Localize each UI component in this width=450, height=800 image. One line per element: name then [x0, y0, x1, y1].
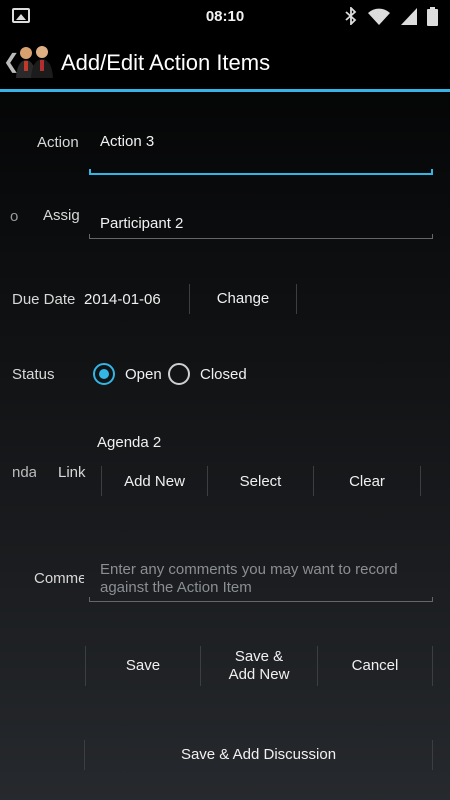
page-title: Add/Edit Action Items	[61, 50, 271, 75]
status-open-radio[interactable]	[93, 363, 115, 385]
agenda-label-prefix: nda	[12, 464, 36, 481]
bluetooth-icon	[345, 7, 357, 25]
assigned-label-prefix: o	[10, 208, 18, 225]
status-open-label[interactable]: Open	[125, 366, 162, 383]
comments-placeholder: Enter any comments you may want to recor…	[100, 561, 398, 596]
divider	[432, 646, 433, 686]
action-label: Action	[37, 134, 79, 151]
change-date-button[interactable]: Change	[190, 284, 296, 314]
save-button[interactable]: Save	[86, 646, 200, 686]
comments-underline	[89, 597, 433, 602]
assigned-to-underline	[89, 234, 433, 239]
assigned-to-field[interactable]: Participant 2	[89, 212, 433, 239]
action-input[interactable]: Action 3	[89, 128, 433, 175]
add-new-agenda-button[interactable]: Add New	[102, 466, 207, 498]
status-label: Status	[12, 366, 55, 383]
select-agenda-button[interactable]: Select	[208, 466, 313, 498]
divider	[432, 740, 433, 770]
cancel-button[interactable]: Cancel	[318, 646, 432, 686]
action-input-value: Action 3	[100, 133, 155, 150]
due-date-label: Due Date	[12, 291, 76, 308]
link-label: Link	[58, 464, 86, 481]
signal-icon	[401, 7, 417, 25]
status-bar: 08:10	[0, 0, 450, 32]
status-icons	[345, 6, 438, 26]
assigned-label: Assig	[43, 207, 80, 224]
action-bar-divider	[0, 89, 450, 92]
clear-agenda-button[interactable]: Clear	[314, 466, 420, 498]
divider	[420, 466, 421, 496]
status-closed-label[interactable]: Closed	[200, 366, 247, 383]
app-logo-icon[interactable]	[14, 44, 54, 80]
comments-input[interactable]: Enter any comments you may want to recor…	[89, 561, 433, 602]
divider	[296, 284, 297, 314]
assigned-to-value: Participant 2	[100, 215, 184, 232]
battery-icon	[427, 6, 438, 26]
linked-agenda-value: Agenda 2	[97, 434, 162, 451]
comments-label: Comme	[34, 570, 84, 587]
due-date-value: 2014-01-06	[84, 291, 161, 308]
wifi-icon	[368, 8, 390, 25]
status-closed-radio[interactable]	[168, 363, 190, 385]
save-add-new-button[interactable]: Save & Add New	[201, 646, 317, 686]
action-input-underline	[89, 169, 433, 175]
save-add-discussion-button[interactable]: Save & Add Discussion	[85, 740, 432, 770]
